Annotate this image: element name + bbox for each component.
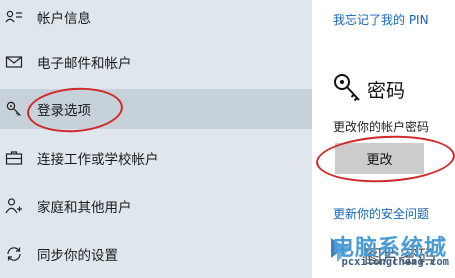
person-add-icon [4,196,24,216]
forgot-pin-link[interactable]: 我忘记了我的 PIN [333,11,429,28]
key-icon [4,99,24,119]
sidebar-item-label: 电子邮件和帐户 [37,56,132,72]
sidebar-item-sync-settings[interactable]: 同步你的设置 [0,234,312,274]
briefcase-icon [4,148,24,168]
sidebar-item-email-accounts[interactable]: 电子邮件和帐户 [0,42,312,82]
account-info-icon [4,7,24,27]
sidebar-item-label: 帐户信息 [37,11,91,27]
watermark-url: pcxitongcheng.com [341,256,449,268]
change-password-button[interactable]: 更改 [335,143,424,174]
sidebar-item-work-school[interactable]: 连接工作或学校帐户 [0,138,312,178]
update-security-questions-link[interactable]: 更新你的安全问题 [333,205,429,222]
settings-sidebar: 帐户信息 电子邮件和帐户 登录选项 连接工作或学校帐户 家庭和其他用户 同步你的… [0,0,312,278]
sidebar-item-sign-in-options[interactable]: 登录选项 [0,89,312,129]
sign-in-options-panel: 我忘记了我的 PIN 密码 更改你的帐户密码 更改 更新你的安全问题 图片密码 … [312,0,455,278]
sidebar-item-family-users[interactable]: 家庭和其他用户 [0,186,312,226]
mail-icon [4,52,24,72]
sidebar-item-label: 家庭和其他用户 [37,200,132,216]
password-section-title: 密码 [367,80,406,102]
password-description: 更改你的帐户密码 [333,120,430,134]
sync-icon [4,244,24,264]
sidebar-item-label: 同步你的设置 [37,248,118,264]
password-key-icon [332,72,362,104]
sidebar-item-account-info[interactable]: 帐户信息 [0,0,312,37]
sidebar-item-label: 连接工作或学校帐户 [37,152,159,168]
sidebar-item-label: 登录选项 [37,103,91,119]
